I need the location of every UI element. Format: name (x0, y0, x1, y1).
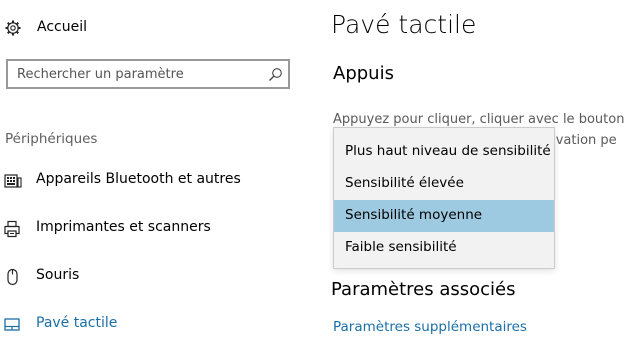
sidebar-item-mouse[interactable]: Souris (0, 259, 300, 293)
additional-settings-link[interactable]: Paramètres supplémentaires (333, 319, 527, 335)
settings-window: Accueil Périphériques (0, 0, 624, 359)
section-title: Périphériques (5, 131, 98, 147)
page-title: Pavé tactile (331, 10, 477, 39)
tap-description-line1: Appuyez pour cliquer, cliquer avec le bo… (333, 112, 624, 127)
sidebar-item-label: Imprimantes et scanners (36, 219, 211, 235)
option-label: Sensibilité élevée (345, 175, 464, 191)
sidebar-item-label: Souris (36, 267, 80, 283)
sidebar-item-printers[interactable]: Imprimantes et scanners (0, 211, 300, 245)
option-label: Sensibilité moyenne (345, 207, 483, 223)
option-label: Faible sensibilité (345, 239, 457, 255)
home-label: Accueil (37, 19, 87, 35)
search-box[interactable] (6, 59, 290, 89)
mouse-icon (4, 268, 22, 286)
touchpad-icon (4, 316, 22, 334)
related-settings-heading: Paramètres associés (331, 279, 516, 300)
gear-icon (5, 20, 21, 36)
keyboard-icon (4, 172, 22, 190)
home-nav-item[interactable]: Accueil (0, 10, 300, 46)
sidebar-item-label: Appareils Bluetooth et autres (36, 171, 241, 187)
search-icon[interactable] (268, 67, 283, 82)
sidebar-item-touchpad[interactable]: Pavé tactile (0, 307, 300, 341)
printer-icon (4, 220, 22, 238)
sidebar: Accueil Périphériques (0, 0, 310, 359)
option-highest-sensitivity[interactable]: Plus haut niveau de sensibilité (334, 136, 554, 168)
sensitivity-dropdown-list[interactable]: Plus haut niveau de sensibilité Sensibil… (333, 127, 555, 269)
sidebar-item-label: Pavé tactile (36, 315, 118, 331)
option-label: Plus haut niveau de sensibilité (345, 143, 551, 159)
search-input[interactable] (8, 61, 267, 87)
option-low-sensitivity[interactable]: Faible sensibilité (334, 232, 554, 264)
option-high-sensitivity[interactable]: Sensibilité élevée (334, 168, 554, 200)
tap-section-heading: Appuis (333, 63, 394, 84)
sidebar-item-bluetooth[interactable]: Appareils Bluetooth et autres (0, 163, 300, 197)
option-medium-sensitivity[interactable]: Sensibilité moyenne (334, 200, 554, 232)
